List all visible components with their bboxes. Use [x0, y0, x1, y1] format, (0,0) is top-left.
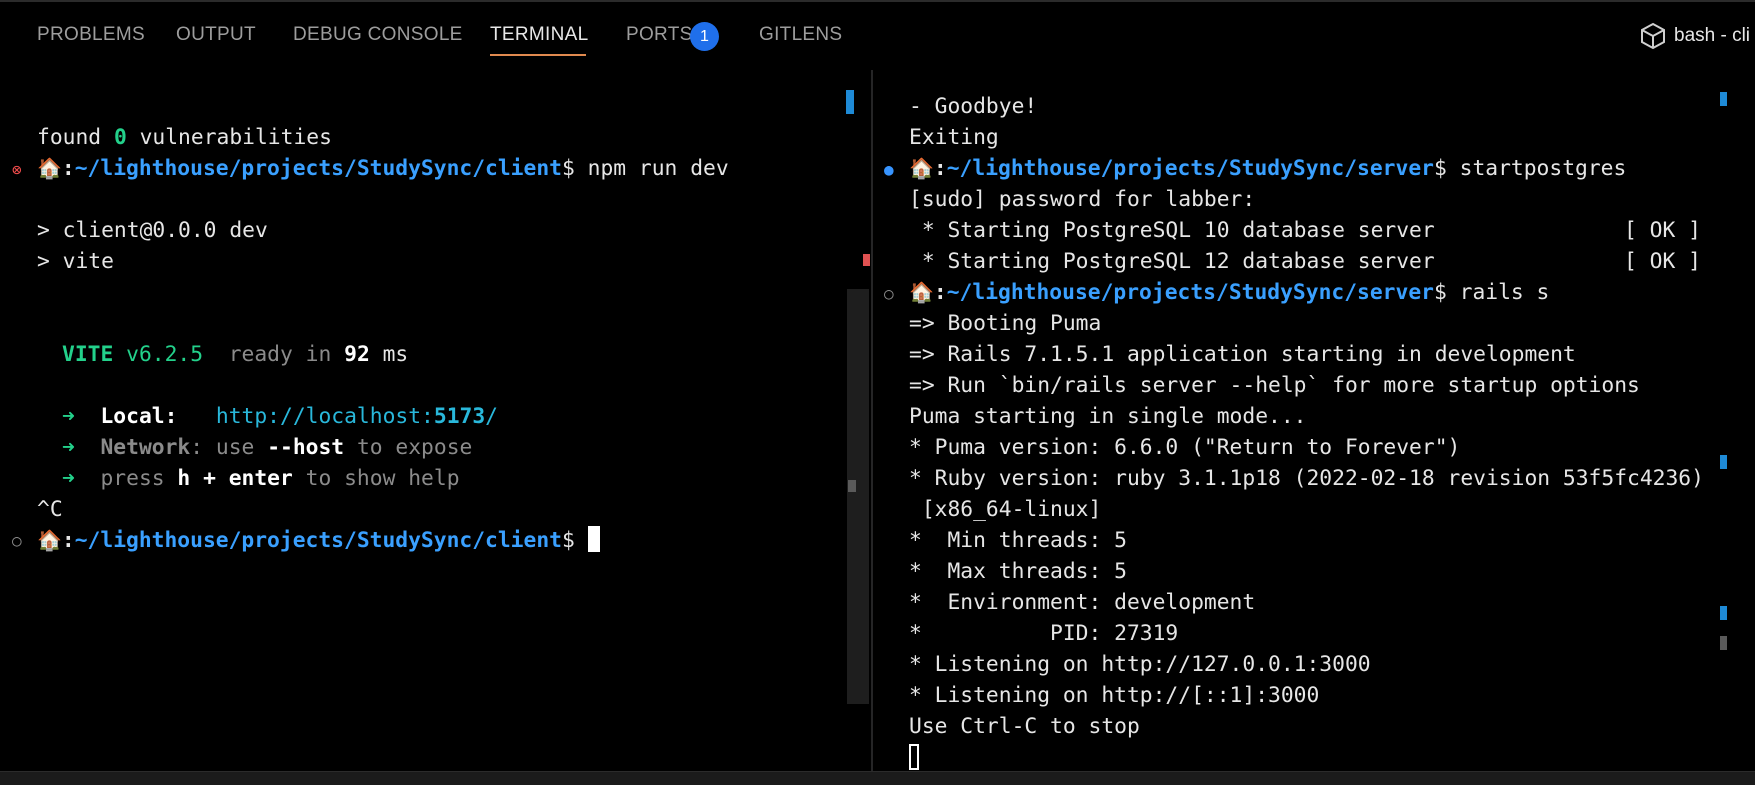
- terminal-cursor: [587, 526, 600, 552]
- terminal-line: Exiting: [909, 125, 999, 150]
- terminal-line: => Booting Puma: [909, 311, 1102, 336]
- status-bar: [0, 771, 1755, 785]
- terminal-prompt: 🏠:~/lighthouse/projects/StudySync/server…: [909, 280, 1550, 305]
- scrollbar-marker: [846, 90, 854, 114]
- terminal-line: * Starting PostgreSQL 10 database server: [909, 218, 1435, 243]
- house-icon: 🏠: [37, 156, 62, 180]
- terminal-pane-server[interactable]: - Goodbye! Exiting ● 🏠:~/lighthouse/proj…: [874, 70, 1737, 771]
- tab-terminal[interactable]: TERMINAL: [490, 24, 588, 46]
- ok-status: [ OK ]: [1624, 218, 1701, 243]
- error-marker: [863, 254, 870, 266]
- hollow-circle-icon[interactable]: ○: [12, 533, 22, 549]
- tab-output[interactable]: OUTPUT: [176, 24, 256, 46]
- terminal-line: * PID: 27319: [909, 621, 1179, 646]
- terminal-cursor-line: [909, 742, 919, 771]
- terminal-line: * Ruby version: ruby 3.1.1p18 (2022-02-1…: [909, 466, 1704, 491]
- terminal-prompt: 🏠:~/lighthouse/projects/StudySync/server…: [909, 156, 1627, 181]
- hollow-circle-icon[interactable]: ○: [884, 286, 894, 302]
- filled-circle-icon[interactable]: ●: [884, 162, 894, 178]
- terminal-line: - Goodbye!: [909, 94, 1038, 119]
- pane-splitter[interactable]: [871, 70, 873, 771]
- terminal-line: * Starting PostgreSQL 12 database server: [909, 249, 1435, 274]
- terminal-line: * Listening on http://127.0.0.1:3000: [909, 652, 1371, 677]
- terminal-line: => Run `bin/rails server --help` for mor…: [909, 373, 1640, 398]
- terminal-line: ^C: [37, 497, 63, 522]
- terminal-pane-client[interactable]: found 0 vulnerabilities ⊗ 🏠:~/lighthouse…: [0, 70, 870, 771]
- terminal-line: => Rails 7.1.5.1 application starting in…: [909, 342, 1576, 367]
- scrollbar-marker: [848, 480, 856, 492]
- scrollbar-track[interactable]: [847, 289, 869, 704]
- terminal-line: > vite: [37, 249, 114, 274]
- terminal-name: bash - cli: [1674, 25, 1751, 46]
- terminal-line: > client@0.0.0 dev: [37, 218, 268, 243]
- cube-icon: [1641, 22, 1665, 50]
- terminal-line: Use Ctrl-C to stop: [909, 714, 1140, 739]
- terminal-line: * Puma version: 6.6.0 ("Return to Foreve…: [909, 435, 1461, 460]
- panel-tab-bar: PROBLEMS OUTPUT DEBUG CONSOLE TERMINAL P…: [0, 0, 1755, 72]
- terminal-prompt: 🏠:~/lighthouse/projects/StudySync/client…: [37, 525, 600, 556]
- terminal-line: [sudo] password for labber:: [909, 187, 1256, 212]
- scrollbar-marker: [1720, 92, 1727, 106]
- house-icon: 🏠: [37, 528, 62, 552]
- terminal-cursor: [909, 744, 919, 770]
- scrollbar-marker: [1720, 606, 1727, 620]
- ok-status: [ OK ]: [1624, 249, 1701, 274]
- terminal-selector[interactable]: bash - cli: [1640, 22, 1750, 50]
- terminal-line: Puma starting in single mode...: [909, 404, 1307, 429]
- scrollbar-marker: [1720, 636, 1727, 650]
- tab-gitlens[interactable]: GITLENS: [759, 24, 842, 46]
- terminal-line: * Environment: development: [909, 590, 1256, 615]
- active-tab-indicator: [490, 54, 586, 56]
- terminal-line: * Min threads: 5: [909, 528, 1127, 553]
- vite-help-hint: ➜ press h + enter to show help: [62, 466, 460, 491]
- house-icon: 🏠: [909, 156, 934, 180]
- ports-count-badge: 1: [690, 22, 719, 51]
- terminal-line: [x86_64-linux]: [909, 497, 1102, 522]
- circle-x-icon[interactable]: ⊗: [12, 162, 22, 178]
- vite-network-hint: ➜ Network: use --host to expose: [62, 435, 473, 460]
- house-icon: 🏠: [909, 280, 934, 304]
- localhost-link[interactable]: http://localhost:5173/: [216, 404, 498, 429]
- tab-problems[interactable]: PROBLEMS: [37, 24, 145, 46]
- vite-local-url: ➜ Local: http://localhost:5173/: [62, 404, 498, 429]
- terminal-line: * Max threads: 5: [909, 559, 1127, 584]
- scrollbar-marker: [1720, 455, 1727, 469]
- terminal-prompt: 🏠:~/lighthouse/projects/StudySync/client…: [37, 156, 729, 181]
- tab-ports[interactable]: PORTS: [626, 24, 693, 46]
- terminal-line: * Listening on http://[::1]:3000: [909, 683, 1320, 708]
- terminal-line: found 0 vulnerabilities: [37, 125, 332, 150]
- tab-debug-console[interactable]: DEBUG CONSOLE: [293, 24, 463, 46]
- vite-status: VITE v6.2.5 ready in 92 ms: [62, 342, 409, 367]
